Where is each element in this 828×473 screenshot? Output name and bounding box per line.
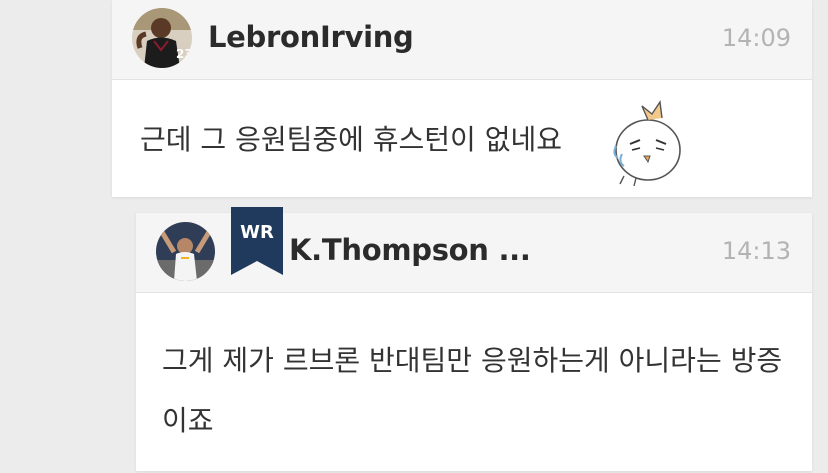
badge-label: WR <box>240 222 274 243</box>
comment-card: WR K.Thompson ... 14:13 그게 제가 르브론 반대팀만 응… <box>136 207 812 471</box>
basketball-player-avatar-icon: 23 <box>132 8 192 68</box>
user-avatar[interactable]: 23 <box>132 8 192 68</box>
username[interactable]: K.Thompson ... <box>289 233 531 267</box>
comment-card: 23 LebronIrving 14:09 근데 그 응원팀중에 휴스턴이 없네… <box>112 0 812 197</box>
comment-header: WR K.Thompson ... 14:13 <box>136 207 812 293</box>
timestamp: 14:09 <box>721 24 791 52</box>
basketball-player-avatar-icon <box>156 222 215 281</box>
jersey-number: 23 <box>176 47 192 61</box>
comment-header: 23 LebronIrving 14:09 <box>112 0 812 80</box>
comment-text: 근데 그 응원팀중에 휴스턴이 없네요 <box>140 123 563 156</box>
wr-badge: WR <box>231 207 283 275</box>
sweating-bird-sticker-icon <box>608 96 692 188</box>
comment-text: 그게 제가 르브론 반대팀만 응원하는게 아니라는 방증이죠 <box>162 344 783 437</box>
timestamp: 14:13 <box>721 237 791 265</box>
username[interactable]: LebronIrving <box>208 20 414 54</box>
user-avatar[interactable] <box>156 222 215 281</box>
